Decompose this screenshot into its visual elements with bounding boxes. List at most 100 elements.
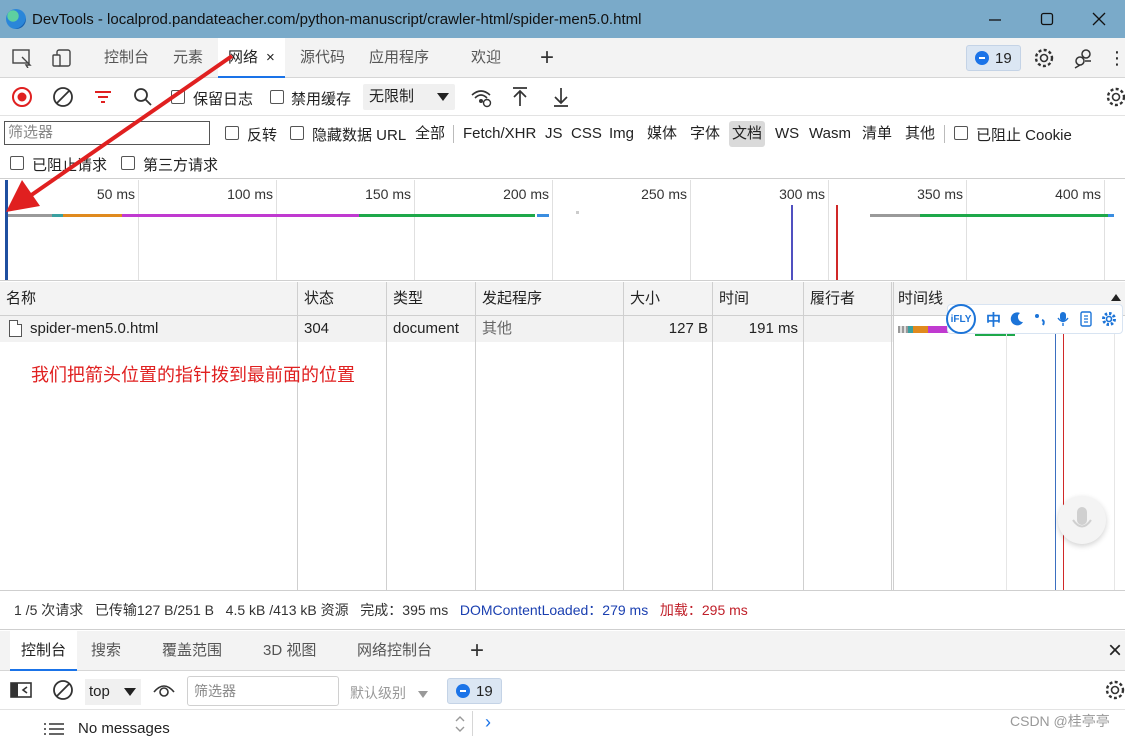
keyboard-icon[interactable]: [1074, 306, 1097, 332]
issues-badge[interactable]: 19: [966, 45, 1021, 71]
blocked-requests-label: 已阻止请求: [32, 157, 108, 174]
filter-type-js[interactable]: JS: [542, 121, 566, 147]
disable-cache-checkbox[interactable]: [270, 90, 284, 104]
console-prompt[interactable]: ›: [485, 712, 491, 733]
scroll-up-icon[interactable]: [1111, 294, 1121, 301]
network-overview[interactable]: 50 ms 100 ms 150 ms 200 ms 250 ms 300 ms…: [0, 180, 1125, 281]
tick-label: 350 ms: [917, 186, 963, 202]
waterfall-bar: [898, 326, 908, 333]
drawer-tab-network-console[interactable]: 网络控制台: [357, 631, 432, 671]
preserve-log-checkbox[interactable]: [171, 90, 185, 104]
network-settings-gear-icon[interactable]: [1104, 85, 1125, 109]
blocked-requests-checkbox[interactable]: [10, 156, 24, 170]
add-tab-button[interactable]: +: [540, 38, 554, 78]
console-filter-input[interactable]: 筛选器: [187, 676, 339, 706]
close-icon[interactable]: [1073, 0, 1125, 38]
blocked-cookies-checkbox[interactable]: [954, 126, 968, 140]
filter-type-font[interactable]: 字体: [687, 121, 723, 147]
voice-input-button[interactable]: [1058, 496, 1106, 544]
customize-devtools-icon[interactable]: [1071, 47, 1095, 69]
more-options-icon[interactable]: ⋮: [1108, 38, 1125, 78]
throttling-select[interactable]: 无限制: [363, 84, 455, 110]
import-har-icon[interactable]: [508, 85, 532, 109]
hide-data-urls-checkbox[interactable]: [290, 126, 304, 140]
invert-checkbox[interactable]: [225, 126, 239, 140]
filter-type-css[interactable]: CSS: [568, 121, 605, 147]
tab-network[interactable]: 网络 ×: [218, 38, 285, 78]
tab-welcome[interactable]: 欢迎: [471, 38, 501, 78]
disable-cache-label: 禁用缓存: [291, 91, 352, 108]
third-party-checkbox[interactable]: [121, 156, 135, 170]
cell-type: document: [393, 320, 459, 337]
console-issues-badge[interactable]: 19: [447, 678, 502, 704]
cell-name[interactable]: spider-men5.0.html: [30, 316, 158, 342]
resize-handle-icon[interactable]: [455, 714, 465, 736]
filter-type-other[interactable]: 其他: [902, 121, 938, 147]
live-expression-eye-icon[interactable]: [152, 680, 176, 703]
timeline-start-handle[interactable]: [5, 180, 8, 280]
drawer-tab-bar: 控制台 搜索 覆盖范围 3D 视图 网络控制台 + ×: [0, 631, 1125, 671]
inspect-element-icon[interactable]: [10, 47, 34, 69]
moon-icon[interactable]: [1005, 306, 1028, 332]
clear-console-icon[interactable]: [52, 679, 74, 704]
column-name[interactable]: 名称: [0, 282, 36, 316]
divider: [472, 711, 473, 736]
context-select[interactable]: top: [85, 679, 141, 705]
filter-type-ws[interactable]: WS: [772, 121, 802, 147]
filter-type-all[interactable]: 全部: [412, 121, 448, 147]
log-levels-select[interactable]: 默认级别: [350, 683, 428, 703]
timing-segment: [8, 214, 52, 217]
drawer-tab-console[interactable]: 控制台: [10, 631, 78, 671]
tab-close-icon[interactable]: ×: [266, 49, 275, 66]
watermark: CSDN @桂亭亭: [1010, 713, 1110, 729]
microphone-icon[interactable]: [1051, 306, 1074, 332]
network-conditions-icon[interactable]: [469, 85, 493, 109]
drawer-tab-coverage[interactable]: 覆盖范围: [162, 631, 222, 671]
drawer-tab-3d-view[interactable]: 3D 视图: [263, 631, 316, 671]
dom-content-loaded-marker: [1055, 316, 1056, 590]
sidebar-toggle-icon[interactable]: [10, 680, 32, 703]
device-toolbar-icon[interactable]: [50, 47, 74, 69]
filter-type-wasm[interactable]: Wasm: [806, 121, 854, 147]
column-type[interactable]: 类型: [387, 282, 423, 316]
console-settings-gear-icon[interactable]: [1104, 679, 1125, 704]
record-icon[interactable]: [10, 85, 34, 109]
column-fulfilled-by[interactable]: 履行者: [804, 282, 855, 316]
clear-icon[interactable]: [51, 85, 75, 109]
settings-gear-icon[interactable]: [1032, 47, 1056, 69]
ime-mode-chinese[interactable]: 中: [982, 306, 1005, 332]
tab-sources[interactable]: 源代码: [300, 38, 345, 78]
tab-console[interactable]: 控制台: [104, 38, 149, 78]
column-divider: [803, 282, 804, 590]
filter-type-doc[interactable]: 文档: [729, 121, 766, 147]
ifly-settings-gear-icon[interactable]: [1097, 306, 1120, 332]
column-status[interactable]: 状态: [298, 282, 334, 316]
drawer-add-tab-button[interactable]: +: [470, 631, 484, 671]
export-har-icon[interactable]: [549, 85, 573, 109]
filter-type-manifest[interactable]: 清单: [859, 121, 895, 147]
ifly-ime-toolbar[interactable]: iFLY 中: [946, 304, 1123, 334]
status-finish: 完成：395 ms: [360, 602, 449, 618]
drawer-close-icon[interactable]: ×: [1108, 631, 1122, 671]
filter-input[interactable]: 筛选器: [4, 121, 210, 145]
ifly-logo[interactable]: iFLY: [946, 304, 976, 334]
grid-line: [1006, 316, 1007, 590]
filter-type-img[interactable]: Img: [606, 121, 637, 147]
filter-type-fetch-xhr[interactable]: Fetch/XHR: [460, 121, 539, 147]
tab-application[interactable]: 应用程序: [369, 38, 429, 78]
column-time[interactable]: 时间: [713, 282, 749, 316]
drawer-tab-search[interactable]: 搜索: [91, 631, 121, 671]
minimize-icon[interactable]: [969, 0, 1021, 38]
maximize-icon[interactable]: [1021, 0, 1073, 38]
filter-type-media[interactable]: 媒体: [644, 121, 680, 147]
tab-elements[interactable]: 元素: [173, 38, 203, 78]
tick-label: 100 ms: [227, 186, 273, 202]
network-status-bar: 1 /5 次请求 已传输127 B/251 B 4.5 kB /413 kB 资…: [0, 590, 1125, 630]
column-waterfall[interactable]: 时间线: [892, 282, 943, 316]
filter-icon[interactable]: [91, 85, 115, 109]
punctuation-icon[interactable]: [1028, 306, 1051, 332]
search-icon[interactable]: [131, 85, 155, 109]
column-initiator[interactable]: 发起程序: [476, 282, 542, 316]
column-size[interactable]: 大小: [624, 282, 660, 316]
waterfall-pane: [893, 316, 1125, 590]
